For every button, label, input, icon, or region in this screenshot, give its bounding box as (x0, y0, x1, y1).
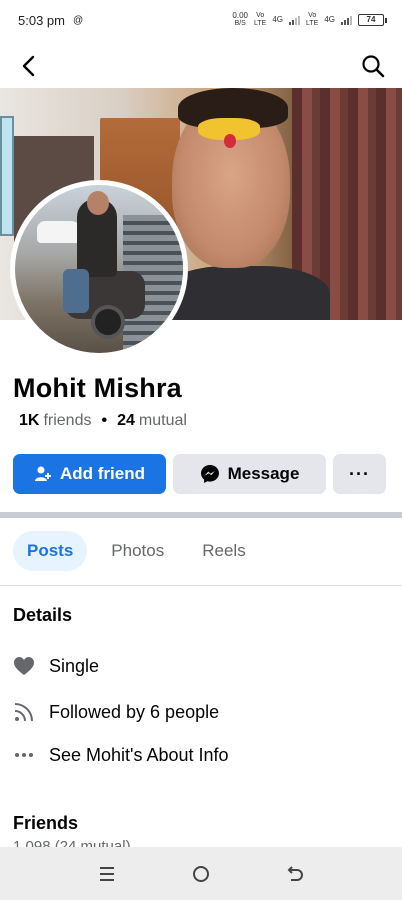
avatar-wheel (91, 305, 125, 339)
tab-reels[interactable]: Reels (188, 531, 259, 571)
mutual-count: 24 (117, 412, 135, 429)
net-speed: 0.00 B/S (232, 12, 248, 28)
home-button[interactable] (186, 859, 216, 889)
profile-actions: Add friend Message ··· (13, 454, 389, 496)
net-speed-unit: B/S (234, 20, 246, 27)
sim1-signal-icon (289, 15, 300, 25)
avatar-photo (15, 185, 183, 353)
menu-lines-icon (100, 866, 114, 881)
tab-photos[interactable]: Photos (97, 531, 178, 571)
rss-feed-icon (13, 701, 35, 723)
details-title: Details (13, 605, 73, 625)
status-bar: 5:03 pm @ 0.00 B/S Vo LTE 4G Vo LTE 4G 7… (0, 0, 402, 40)
more-options-button[interactable]: ··· (333, 454, 386, 494)
detail-relationship: Single (13, 655, 99, 677)
friends-section-title: Friends (13, 813, 79, 833)
status-time: 5:03 pm (18, 12, 65, 28)
avatar-rider-head (87, 191, 109, 215)
detail-followers[interactable]: Followed by 6 people (13, 701, 219, 723)
sim1-volte: Vo LTE (254, 12, 266, 28)
profile-name: Mohit Mishra (13, 373, 182, 403)
friend-counts[interactable]: 1K friends • 24 mutual (19, 412, 187, 430)
cover-window (0, 116, 14, 236)
messenger-icon (200, 465, 219, 483)
counts-separator: • (101, 412, 108, 429)
sim1-volte-bottom: LTE (254, 20, 267, 27)
search-button[interactable] (358, 51, 388, 81)
more-dots-icon: ··· (349, 463, 370, 484)
back-arrow-icon (287, 865, 303, 881)
status-right: 0.00 B/S Vo LTE 4G Vo LTE 4G 74 (232, 12, 387, 28)
search-icon (362, 55, 385, 78)
sim1-volte-top: Vo (256, 12, 265, 19)
add-friend-button[interactable]: Add friend (13, 454, 166, 494)
add-person-icon (35, 466, 51, 481)
net-speed-value: 0.00 (232, 11, 248, 20)
profile-avatar[interactable] (10, 180, 188, 358)
back-nav-button[interactable] (280, 859, 310, 889)
add-friend-label: Add friend (60, 464, 145, 483)
status-left: 5:03 pm @ (18, 13, 83, 28)
mutual-label: mutual (138, 412, 187, 429)
battery-level: 74 (366, 15, 376, 24)
avatar-rider-legs (63, 269, 89, 313)
chevron-left-icon (22, 55, 35, 77)
detail-followers-text: Followed by 6 people (49, 701, 220, 722)
detail-about-info-text: See Mohit's About Info (49, 744, 229, 765)
cover-bindi (224, 134, 236, 148)
home-circle-icon (193, 865, 209, 882)
sim2-volte-bottom: LTE (306, 20, 319, 27)
profile-tabs: Posts Photos Reels (13, 531, 260, 571)
avatar-car (37, 221, 81, 243)
detail-about-info[interactable]: See Mohit's About Info (13, 744, 229, 766)
detail-relationship-text: Single (49, 655, 100, 676)
sim2-type: 4G (324, 15, 335, 24)
sim2-volte-top: Vo (308, 12, 317, 19)
section-divider (0, 512, 402, 518)
tab-posts[interactable]: Posts (13, 531, 88, 571)
tabs-divider (0, 585, 402, 586)
sim2-volte: Vo LTE (306, 12, 318, 28)
message-label: Message (227, 464, 300, 483)
battery-icon: 74 (358, 14, 387, 26)
back-button[interactable] (14, 51, 44, 81)
top-nav (0, 44, 402, 88)
more-dots-icon (13, 744, 35, 766)
friends-count: 1K (19, 412, 40, 429)
sim2-signal-icon (341, 15, 352, 25)
message-button[interactable]: Message (173, 454, 326, 494)
android-nav-bar (0, 847, 402, 900)
notification-icon: @ (72, 14, 84, 26)
friends-label: friends (43, 412, 92, 429)
sim1-type: 4G (272, 15, 283, 24)
recent-apps-button[interactable] (92, 859, 122, 889)
heart-icon (13, 655, 35, 677)
